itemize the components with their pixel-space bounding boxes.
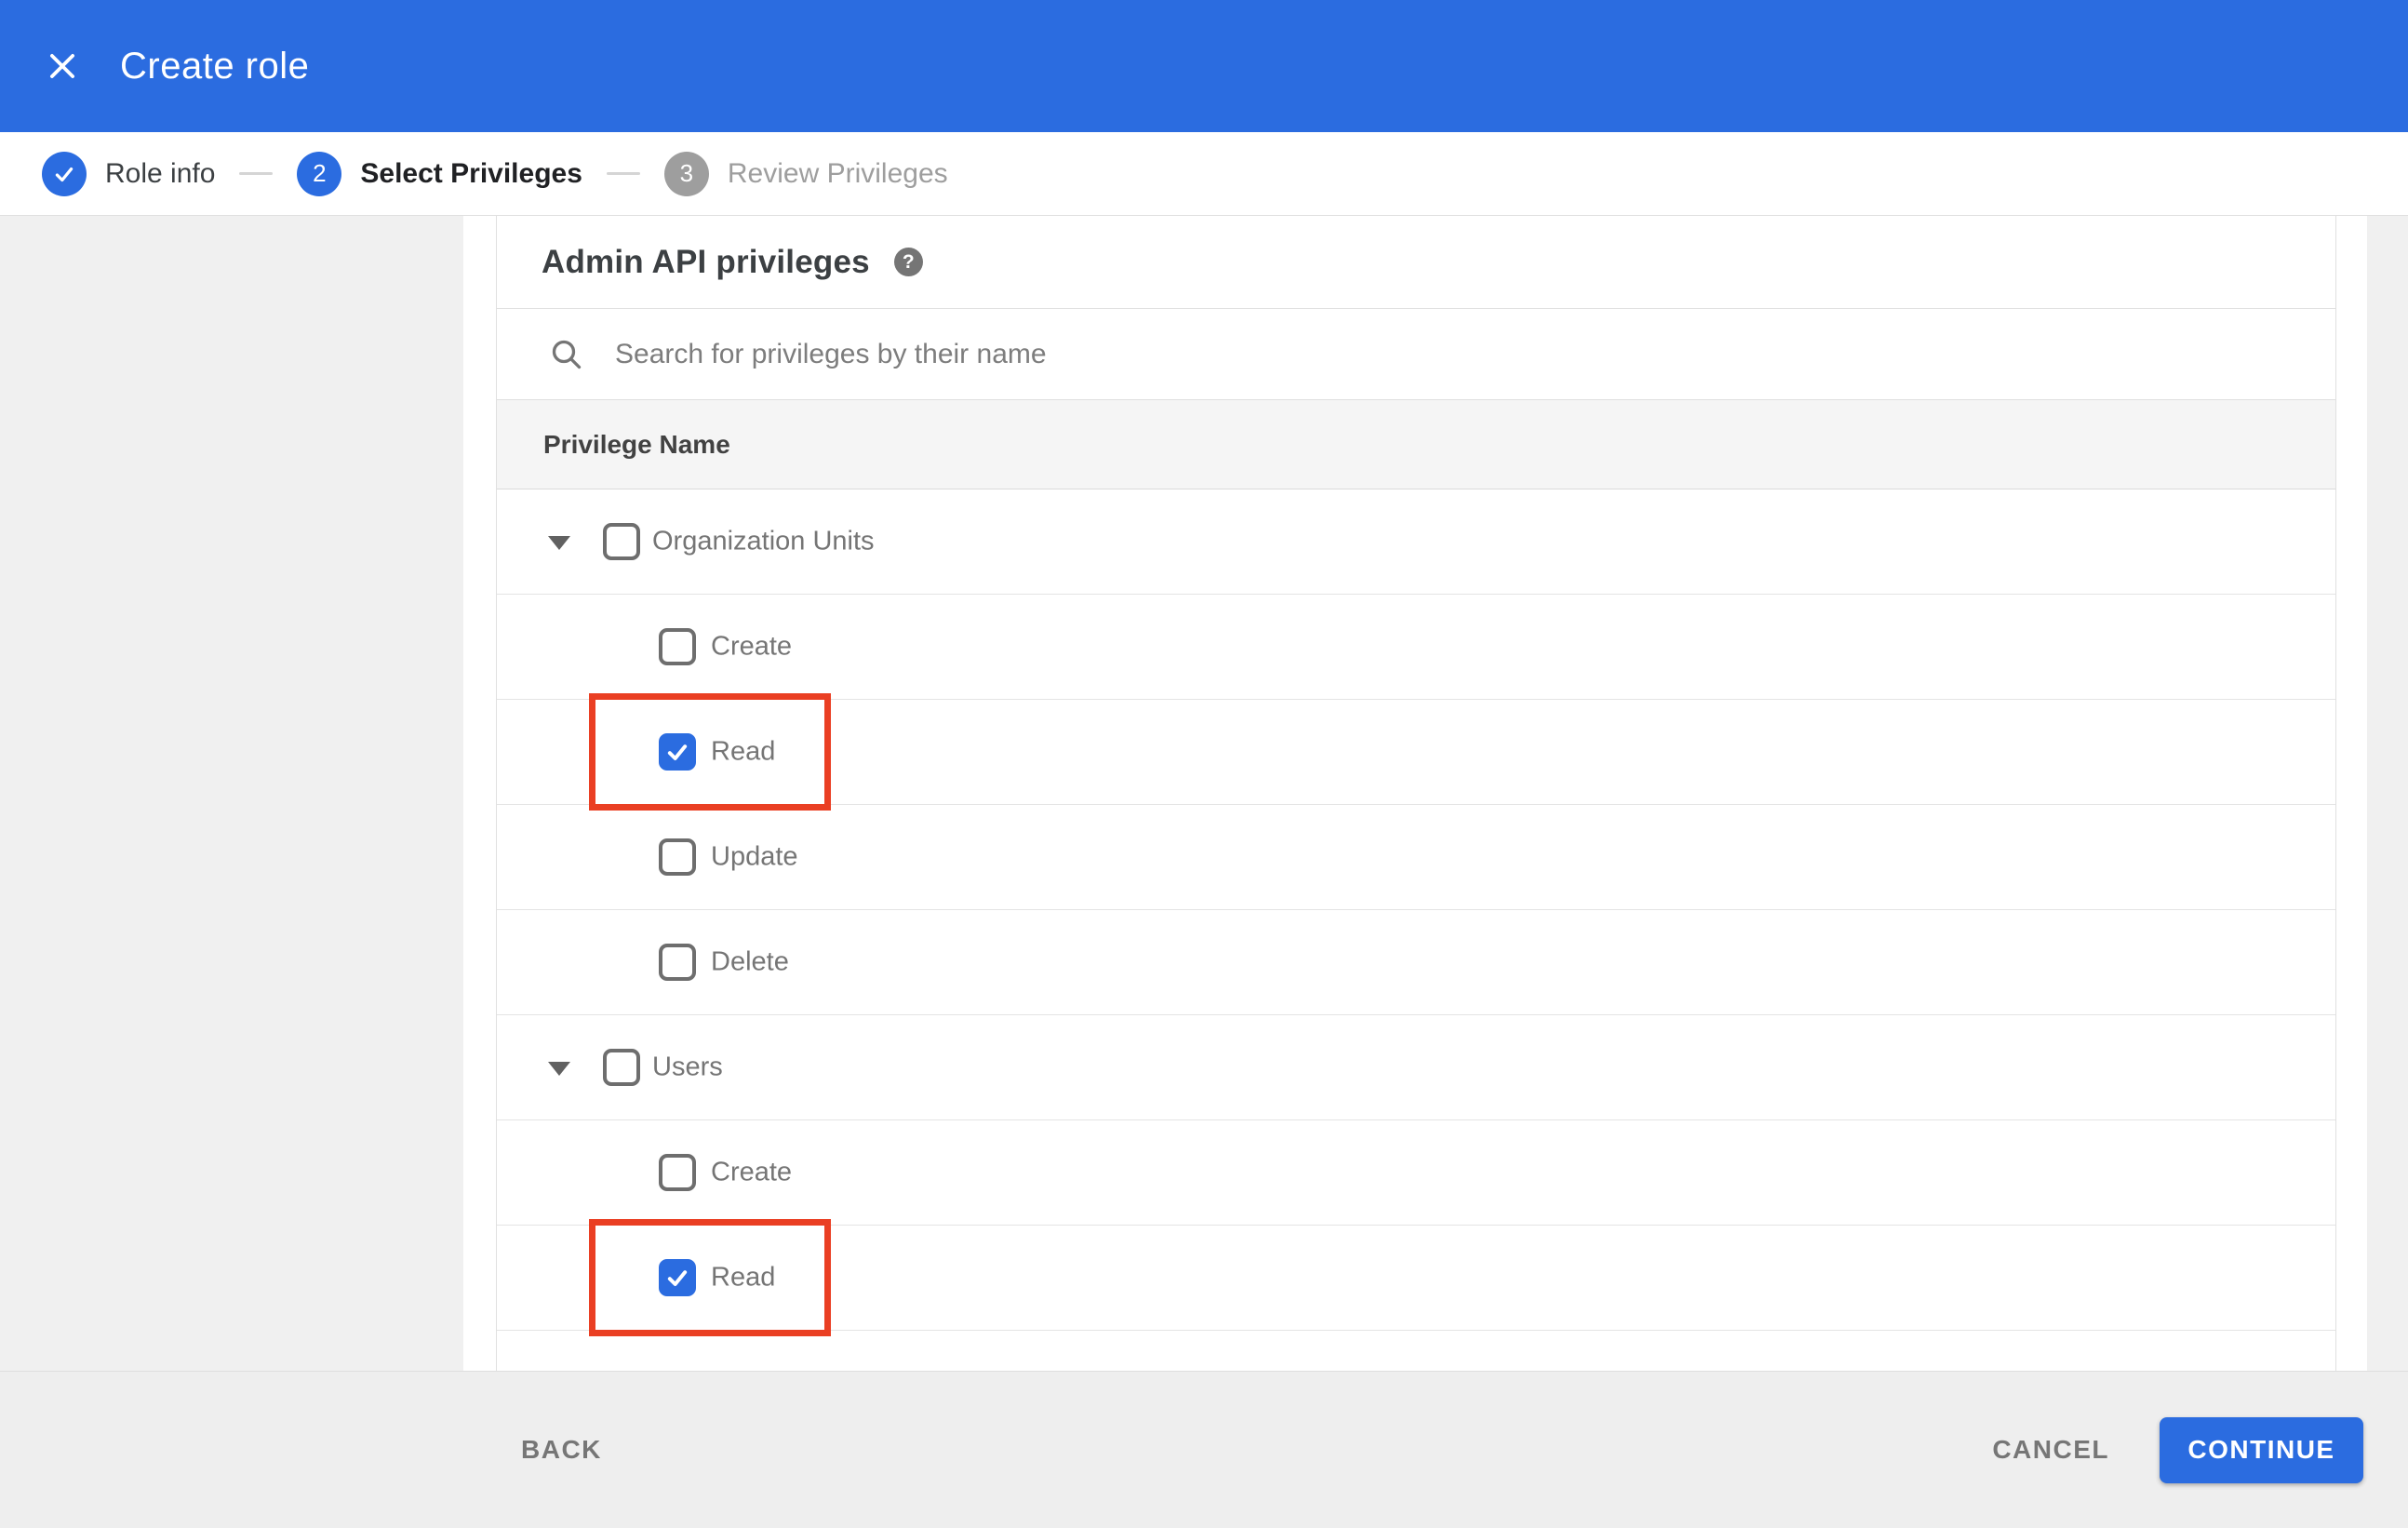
privilege-row-create-users: Create	[497, 1120, 2335, 1226]
privilege-label: Read	[711, 1262, 776, 1293]
help-icon[interactable]: ?	[893, 248, 923, 276]
privilege-label: Create	[711, 631, 793, 662]
step-connector	[239, 172, 274, 175]
left-gutter	[0, 216, 463, 1371]
right-gutter	[2367, 216, 2408, 1371]
step-select-privileges[interactable]: 2 Select Privileges	[297, 151, 582, 196]
privilege-label: Users	[652, 1052, 723, 1082]
step-number-badge: 3	[663, 151, 709, 196]
search-row	[497, 309, 2335, 400]
privilege-row-users: Users	[497, 1015, 2335, 1120]
search-input[interactable]	[615, 338, 1918, 370]
step-label: Select Privileges	[360, 157, 582, 189]
continue-button[interactable]: CONTINUE	[2160, 1416, 2363, 1483]
privilege-label: Update	[711, 841, 798, 872]
checkmark-icon	[667, 1270, 688, 1286]
annotation-box	[589, 693, 831, 811]
footer-bar: BACK CANCEL CONTINUE	[0, 1371, 2408, 1528]
step-connector	[606, 172, 640, 175]
appbar: Create role	[0, 0, 2408, 132]
privilege-checkbox[interactable]	[659, 628, 696, 665]
cancel-button[interactable]: CANCEL	[1992, 1435, 2109, 1465]
annotation-box	[589, 1219, 831, 1336]
search-icon	[552, 340, 582, 369]
checkmark-icon	[667, 744, 688, 760]
privilege-checkbox[interactable]	[659, 733, 696, 771]
privilege-checkbox[interactable]	[659, 944, 696, 981]
step-label: Role info	[105, 157, 216, 189]
step-number-badge: 2	[297, 151, 342, 196]
collapse-caret-icon[interactable]	[548, 536, 570, 550]
collapse-caret-icon[interactable]	[548, 1062, 570, 1076]
privilege-checkbox[interactable]	[603, 1049, 640, 1086]
step-label: Review Privileges	[727, 157, 948, 189]
dialog-title: Create role	[120, 45, 310, 87]
table-column-header: Privilege Name	[497, 400, 2335, 489]
step-complete-check-icon	[42, 151, 87, 196]
privileges-card: Admin API privileges ? Privilege Name Or…	[496, 216, 2336, 1371]
close-icon[interactable]	[42, 46, 83, 87]
privilege-label: Organization Units	[652, 526, 875, 556]
step-role-info[interactable]: Role info	[42, 151, 216, 196]
privilege-row-delete: Delete	[497, 910, 2335, 1015]
privilege-checkbox[interactable]	[659, 838, 696, 876]
stepper: Role info 2 Select Privileges 3 Review P…	[0, 132, 2408, 216]
privilege-label: Read	[711, 736, 776, 767]
main-content: Admin API privileges ? Privilege Name Or…	[0, 216, 2408, 1371]
step-review-privileges[interactable]: 3 Review Privileges	[663, 151, 948, 196]
privilege-label: Delete	[711, 946, 789, 977]
section-heading: Admin API privileges	[542, 243, 870, 280]
privilege-checkbox[interactable]	[659, 1259, 696, 1296]
privilege-checkbox[interactable]	[603, 523, 640, 560]
card-heading-row: Admin API privileges ?	[497, 216, 2335, 309]
privilege-row-update: Update	[497, 805, 2335, 910]
privilege-row-read: Read	[497, 693, 2335, 811]
column-header-label: Privilege Name	[543, 429, 730, 459]
privilege-row-organization-units: Organization Units	[497, 489, 2335, 595]
privilege-row-read-users: Read	[497, 1219, 2335, 1336]
privilege-checkbox[interactable]	[659, 1154, 696, 1191]
privilege-row-create: Create	[497, 595, 2335, 700]
back-button[interactable]: BACK	[521, 1435, 602, 1465]
privilege-label: Create	[711, 1157, 793, 1187]
